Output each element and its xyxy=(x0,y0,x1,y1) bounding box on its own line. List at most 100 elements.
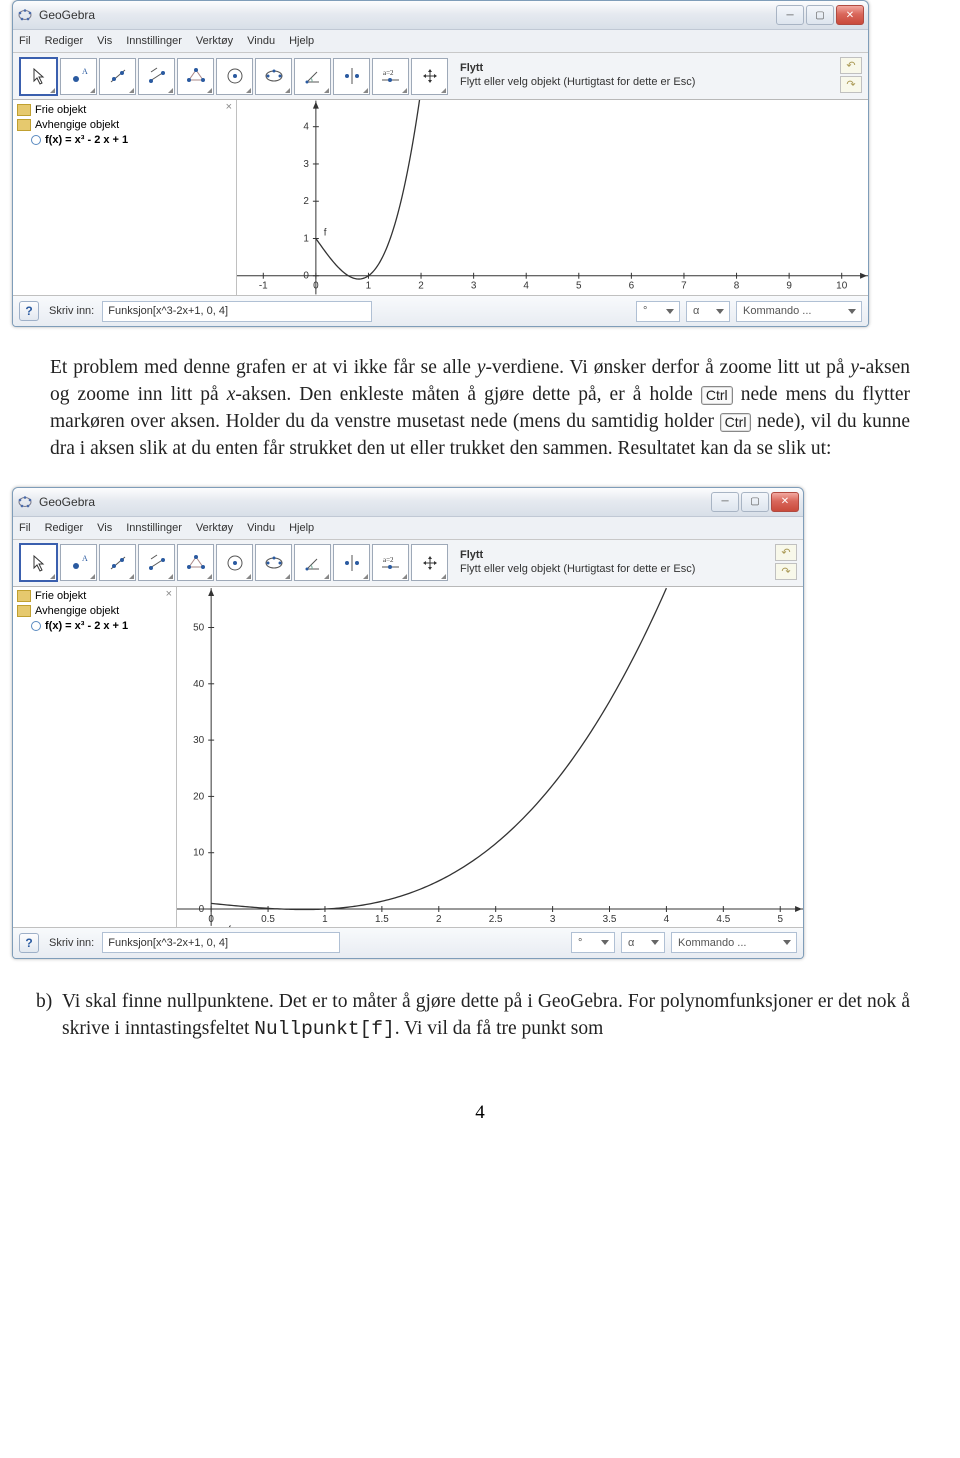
input-bar: ? Skriv inn: Funksjon[x^3-2x+1, 0, 4] ° … xyxy=(13,296,868,326)
svg-text:3.5: 3.5 xyxy=(603,914,617,925)
tool-move[interactable] xyxy=(19,57,58,96)
close-button[interactable]: ✕ xyxy=(836,5,864,25)
tool-angle[interactable] xyxy=(294,544,331,581)
keycap-ctrl: Ctrl xyxy=(720,413,752,432)
tool-angle[interactable] xyxy=(294,58,331,95)
tool-line[interactable] xyxy=(99,544,136,581)
symbol-degree-dropdown[interactable]: ° xyxy=(571,932,615,953)
svg-text:4: 4 xyxy=(523,281,529,292)
menu-fil[interactable]: Fil xyxy=(19,35,31,47)
close-panel-icon[interactable]: × xyxy=(226,101,232,113)
tool-polygon[interactable] xyxy=(177,544,214,581)
tool-conic[interactable] xyxy=(255,58,292,95)
app-logo-icon xyxy=(17,7,33,23)
tool-description: Flytt eller velg objekt (Hurtigtast for … xyxy=(460,76,695,90)
command-input[interactable]: Funksjon[x^3-2x+1, 0, 4] xyxy=(102,932,339,953)
plot-1[interactable]: -101234567891001234f xyxy=(237,100,868,295)
svg-text:6: 6 xyxy=(629,281,635,292)
tree-free-objects[interactable]: Frie objekt xyxy=(17,589,172,604)
svg-text:7: 7 xyxy=(681,281,687,292)
tool-reflect[interactable] xyxy=(333,544,370,581)
menu-hjelp[interactable]: Hjelp xyxy=(289,522,314,534)
geogebra-window-1: GeoGebra ─ ▢ ✕ Fil Rediger Vis Innstilli… xyxy=(12,0,869,327)
tool-line[interactable] xyxy=(99,58,136,95)
symbol-alpha-dropdown[interactable]: α xyxy=(621,932,665,953)
tree-function-f[interactable]: f(x) = x³ - 2 x + 1 xyxy=(17,619,172,634)
menu-innstillinger[interactable]: Innstillinger xyxy=(126,35,182,47)
command-input[interactable]: Funksjon[x^3-2x+1, 0, 4] xyxy=(102,301,372,322)
tool-point[interactable]: A xyxy=(60,58,97,95)
graphics-view-2[interactable]: 00.511.522.533.544.5501020304050f xyxy=(177,587,803,927)
tool-name: Flytt xyxy=(460,549,695,563)
tool-slider[interactable]: a=2 xyxy=(372,58,409,95)
svg-text:a=2: a=2 xyxy=(383,556,394,564)
minimize-button[interactable]: ─ xyxy=(711,492,739,512)
tool-segment[interactable] xyxy=(138,58,175,95)
menu-verktoy[interactable]: Verktøy xyxy=(196,35,233,47)
svg-text:a=2: a=2 xyxy=(383,69,394,77)
tool-slider[interactable]: a=2 xyxy=(372,544,409,581)
svg-text:1: 1 xyxy=(322,914,328,925)
tool-point[interactable]: A xyxy=(60,544,97,581)
svg-text:3: 3 xyxy=(550,914,556,925)
close-button[interactable]: ✕ xyxy=(771,492,799,512)
svg-text:10: 10 xyxy=(836,281,848,292)
titlebar[interactable]: GeoGebra ─ ▢ ✕ xyxy=(13,488,803,517)
svg-text:0.5: 0.5 xyxy=(261,914,275,925)
svg-text:30: 30 xyxy=(193,735,205,746)
menu-vindu[interactable]: Vindu xyxy=(247,522,275,534)
svg-text:40: 40 xyxy=(193,678,205,689)
tool-info: Flytt Flytt eller velg objekt (Hurtigtas… xyxy=(460,549,695,577)
tool-move-view[interactable] xyxy=(411,58,448,95)
tool-move-view[interactable] xyxy=(411,544,448,581)
svg-text:0: 0 xyxy=(208,914,214,925)
tool-circle[interactable] xyxy=(216,544,253,581)
menu-rediger[interactable]: Rediger xyxy=(45,522,84,534)
tool-move[interactable] xyxy=(19,543,58,582)
help-button[interactable]: ? xyxy=(19,933,39,953)
redo-button[interactable]: ↷ xyxy=(840,76,862,93)
command-dropdown[interactable]: Kommando ... xyxy=(736,301,862,322)
symbol-degree-dropdown[interactable]: ° xyxy=(636,301,680,322)
menu-hjelp[interactable]: Hjelp xyxy=(289,35,314,47)
plot-2[interactable]: 00.511.522.533.544.5501020304050f xyxy=(177,587,803,927)
tool-reflect[interactable] xyxy=(333,58,370,95)
minimize-button[interactable]: ─ xyxy=(776,5,804,25)
tree-dependent-objects[interactable]: Avhengige objekt xyxy=(17,604,172,619)
svg-text:20: 20 xyxy=(193,791,205,802)
undo-button[interactable]: ↶ xyxy=(840,57,862,74)
app-logo-icon xyxy=(17,494,33,510)
close-panel-icon[interactable]: × xyxy=(166,588,172,600)
menu-vis[interactable]: Vis xyxy=(97,522,112,534)
svg-text:5: 5 xyxy=(576,281,582,292)
maximize-button[interactable]: ▢ xyxy=(806,5,834,25)
tool-circle[interactable] xyxy=(216,58,253,95)
command-dropdown[interactable]: Kommando ... xyxy=(671,932,797,953)
tree-function-f[interactable]: f(x) = x³ - 2 x + 1 xyxy=(17,132,232,147)
toolbar: A a=2 Flytt Flytt eller velg objekt (Hur… xyxy=(13,53,868,100)
menu-innstillinger[interactable]: Innstillinger xyxy=(126,522,182,534)
menu-fil[interactable]: Fil xyxy=(19,522,31,534)
svg-text:5: 5 xyxy=(777,914,783,925)
maximize-button[interactable]: ▢ xyxy=(741,492,769,512)
tool-segment[interactable] xyxy=(138,544,175,581)
undo-button[interactable]: ↶ xyxy=(775,544,797,561)
graphics-view-1[interactable]: -101234567891001234f xyxy=(237,100,868,295)
object-dot-icon xyxy=(31,621,41,631)
symbol-alpha-dropdown[interactable]: α xyxy=(686,301,730,322)
help-button[interactable]: ? xyxy=(19,301,39,321)
svg-text:2: 2 xyxy=(303,196,309,207)
tool-conic[interactable] xyxy=(255,544,292,581)
redo-button[interactable]: ↷ xyxy=(775,563,797,580)
menu-verktoy[interactable]: Verktøy xyxy=(196,522,233,534)
menu-vis[interactable]: Vis xyxy=(97,35,112,47)
menu-vindu[interactable]: Vindu xyxy=(247,35,275,47)
tool-polygon[interactable] xyxy=(177,58,214,95)
menu-rediger[interactable]: Rediger xyxy=(45,35,84,47)
tree-free-objects[interactable]: Frie objekt xyxy=(17,102,232,117)
svg-text:2: 2 xyxy=(436,914,442,925)
titlebar[interactable]: GeoGebra ─ ▢ ✕ xyxy=(13,1,868,30)
svg-text:50: 50 xyxy=(193,622,205,633)
input-label: Skriv inn: xyxy=(49,305,94,317)
tree-dependent-objects[interactable]: Avhengige objekt xyxy=(17,117,232,132)
